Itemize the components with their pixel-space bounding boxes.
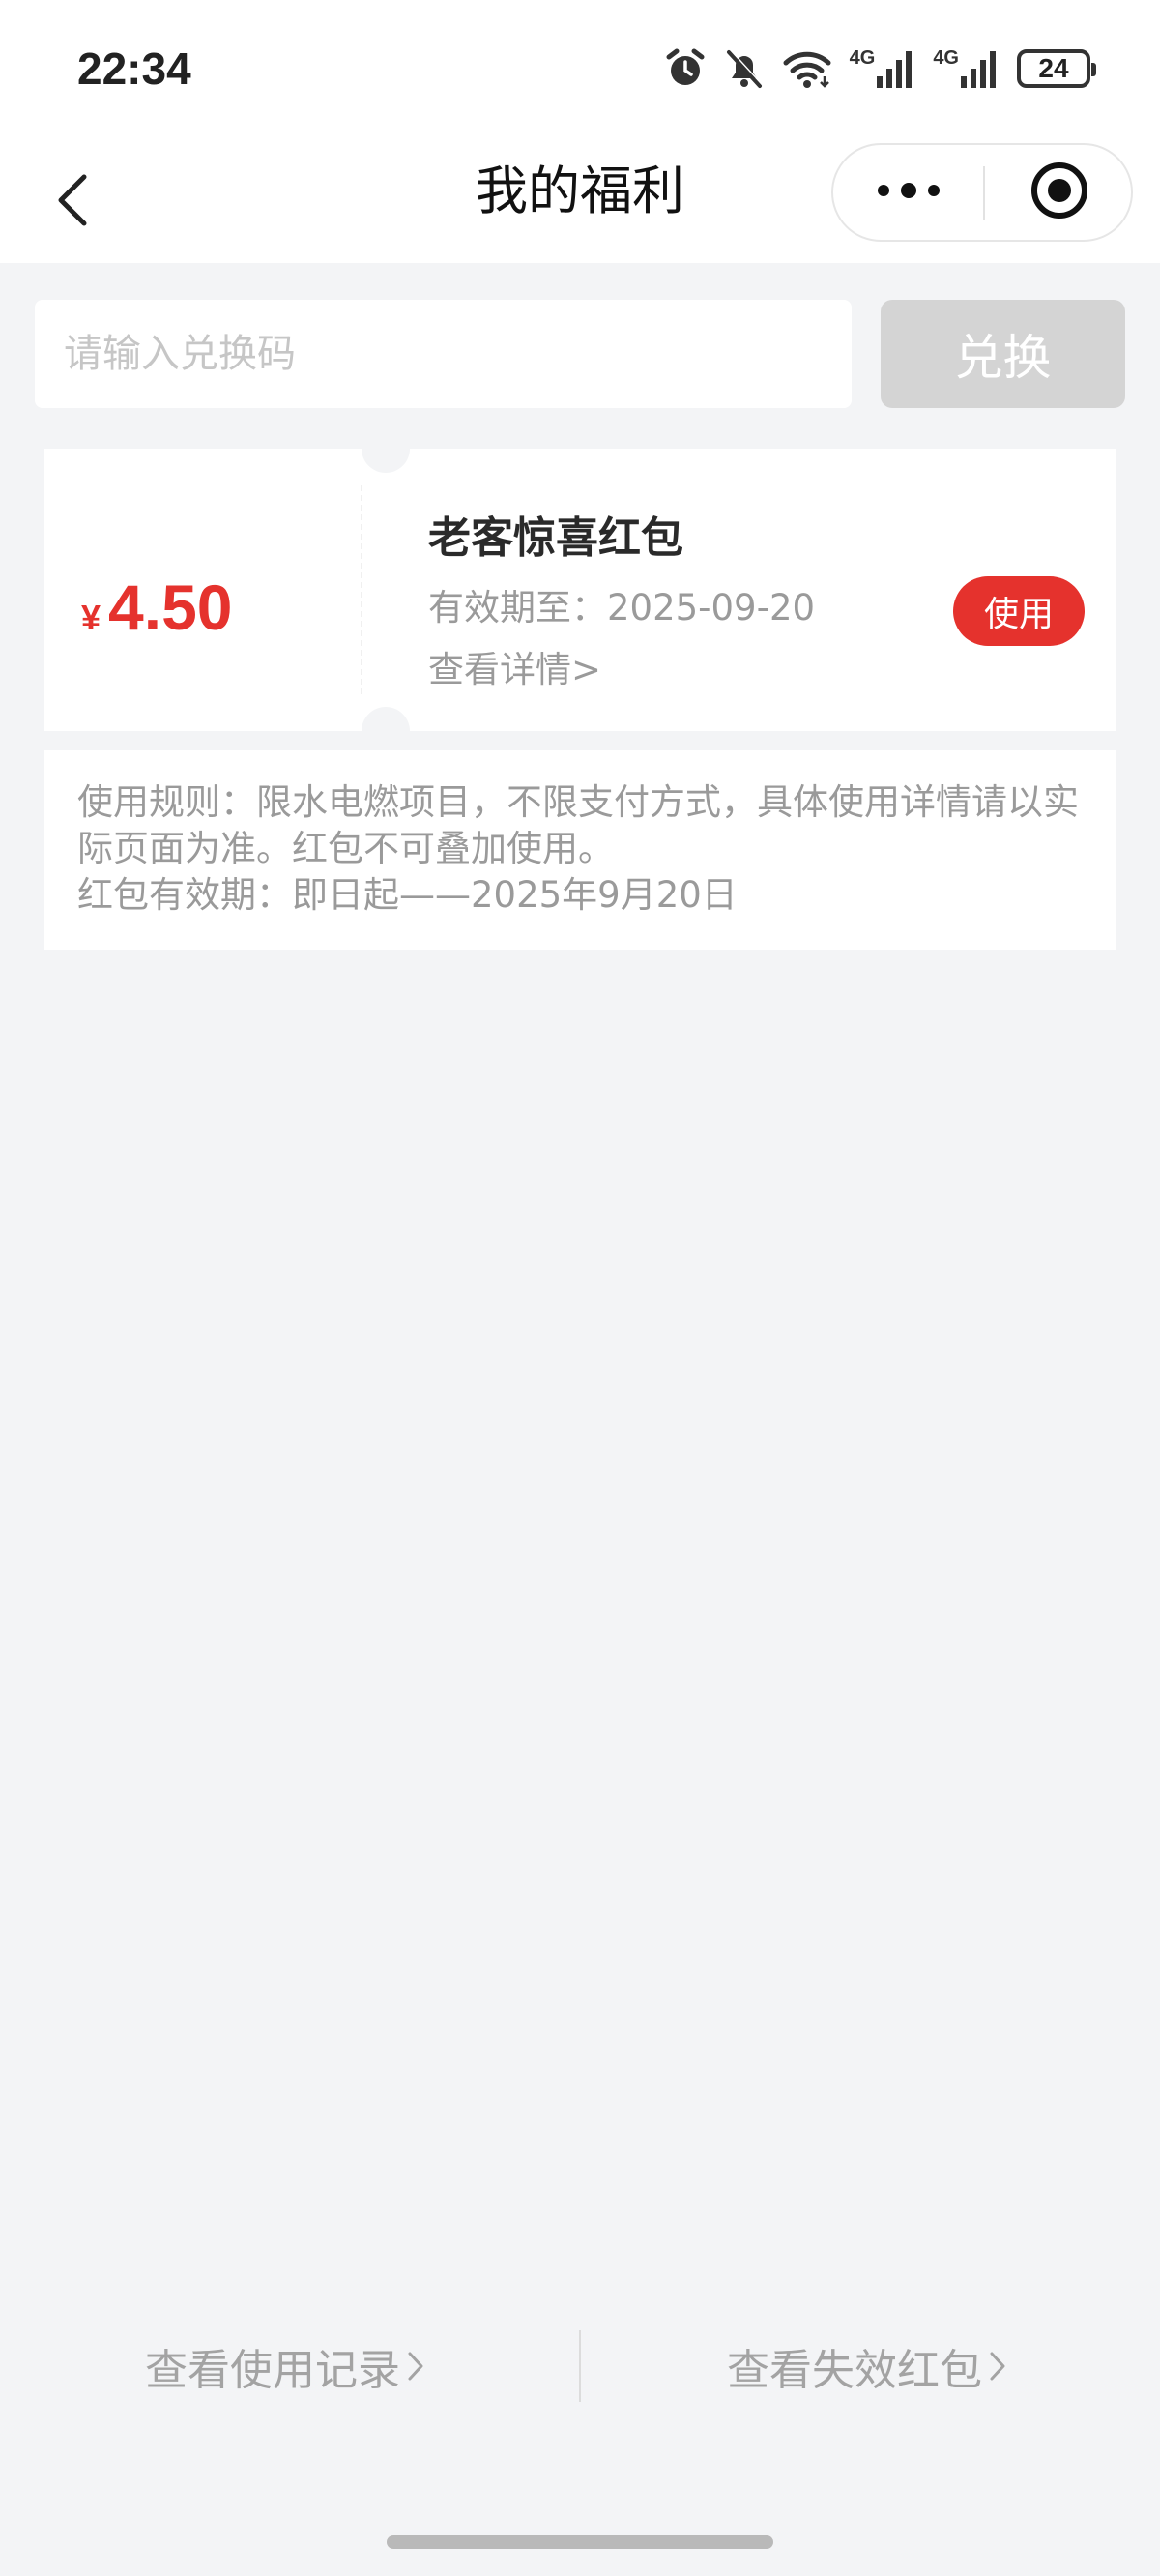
alarm-icon [664,47,707,90]
use-coupon-button[interactable]: 使用 [953,576,1085,646]
home-indicator[interactable] [387,2535,773,2549]
coupon-notch-top [362,449,410,473]
nav-bar: 我的福利 [0,143,1160,263]
coupon-title: 老客惊喜红包 [428,513,683,563]
target-circle-icon [1030,161,1089,224]
view-details-link[interactable]: 查看详情> [428,640,601,692]
validity-text: 红包有效期：即日起——2025年9月20日 [77,874,738,916]
coupon-amount: ¥ 4.50 [81,571,233,644]
close-button[interactable] [985,145,1133,240]
coupon-expiry: 有效期至：2025-09-20 [428,587,816,629]
coupon-notch-bottom [362,707,410,731]
usage-record-label: 查看使用记录 [145,2346,400,2395]
more-dots-icon [875,181,942,204]
signal-icon: 4G [850,47,916,90]
mini-program-capsule [831,143,1133,242]
currency-symbol: ¥ [81,598,102,637]
wifi-icon [782,47,832,90]
rules-text: 使用规则：限水电燃项目，不限支付方式，具体使用详情请以实际页面为准。红包不可叠加… [77,781,1079,869]
coupon-card: ¥ 4.50 老客惊喜红包 有效期至：2025-09-20 查看详情> 使用 [44,449,1116,731]
battery-level: 24 [1038,53,1069,83]
usage-record-link[interactable]: 查看使用记录 [145,2330,425,2402]
chevron-right-icon [406,2350,425,2383]
signal-icon: 4G [933,47,1000,90]
bell-muted-icon [724,47,765,90]
status-bar: 22:34 4G 4G 24 [0,0,1160,143]
redeem-code-input[interactable] [35,300,852,408]
usage-rules: 使用规则：限水电燃项目，不限支付方式，具体使用详情请以实际页面为准。红包不可叠加… [44,750,1116,950]
bottom-links: 查看使用记录 查看失效红包 [0,2330,1160,2402]
battery-icon: 24 [1017,49,1096,88]
bottom-divider [579,2330,581,2402]
redeem-button[interactable]: 兑换 [881,300,1125,408]
amount-value: 4.50 [108,571,233,643]
more-button[interactable] [833,145,983,240]
status-icons: 4G 4G 24 [664,44,1096,93]
expired-coupons-link[interactable]: 查看失效红包 [727,2330,1007,2402]
chevron-right-icon [988,2350,1007,2383]
coupon-separator [361,485,362,694]
expired-coupons-label: 查看失效红包 [727,2346,982,2395]
status-time: 22:34 [77,44,191,94]
